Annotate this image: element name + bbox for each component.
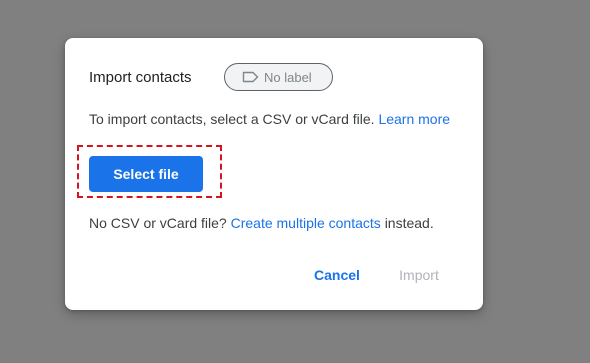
- dialog-title: Import contacts: [89, 69, 192, 86]
- import-button[interactable]: Import: [387, 260, 451, 290]
- label-icon: [242, 70, 260, 84]
- instructions-text: To import contacts, select a CSV or vCar…: [89, 111, 375, 127]
- label-selector-chip[interactable]: No label: [224, 63, 333, 91]
- alternative-suffix: instead.: [384, 215, 434, 231]
- cancel-button[interactable]: Cancel: [305, 260, 369, 290]
- label-chip-text: No label: [264, 69, 312, 85]
- learn-more-link[interactable]: Learn more: [378, 111, 450, 127]
- alternative-option: No CSV or vCard file? Create multiple co…: [89, 215, 434, 231]
- select-file-button[interactable]: Select file: [89, 156, 203, 192]
- import-instructions: To import contacts, select a CSV or vCar…: [89, 111, 450, 127]
- import-contacts-dialog: Import contacts No label To import conta…: [65, 38, 483, 310]
- alternative-prefix: No CSV or vCard file?: [89, 215, 227, 231]
- create-multiple-contacts-link[interactable]: Create multiple contacts: [231, 215, 381, 231]
